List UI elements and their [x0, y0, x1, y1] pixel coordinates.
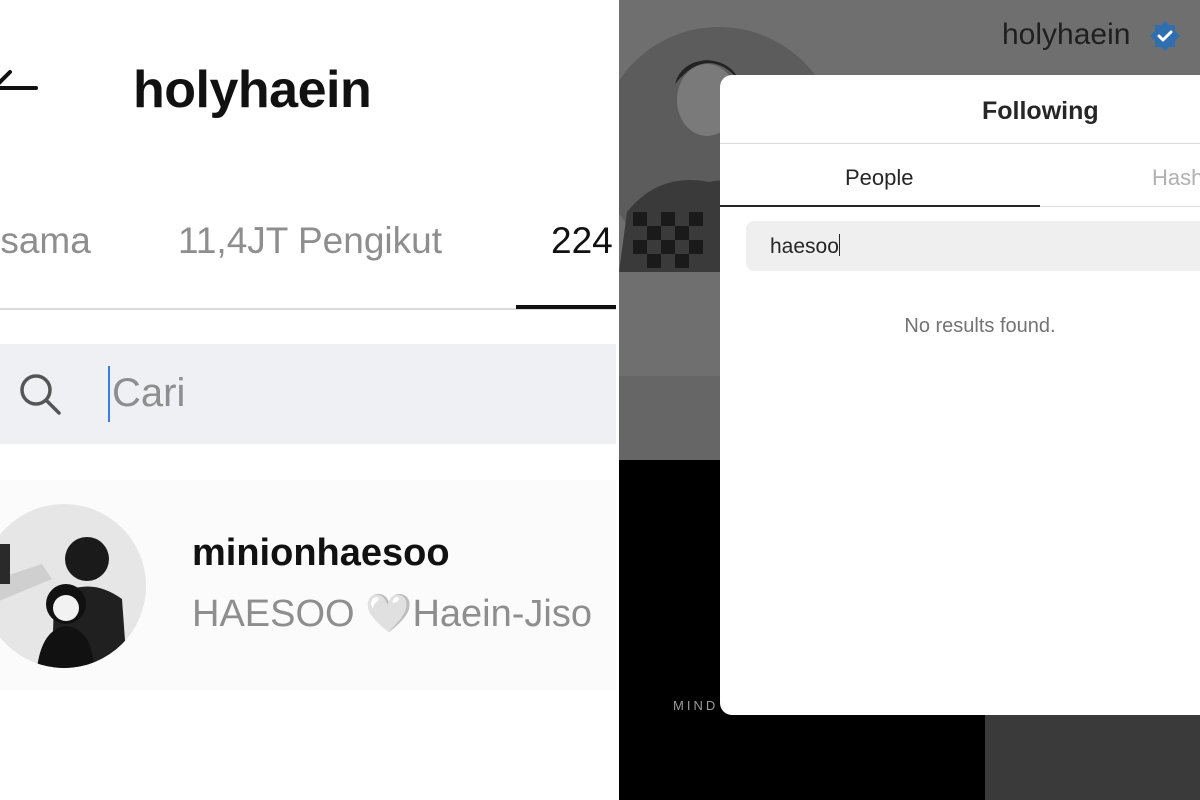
- mobile-following-screen: holyhaein rsama 11,4JT Pengikut 224: [0, 0, 616, 800]
- text-caret: [108, 366, 110, 422]
- modal-title: Following: [982, 97, 1099, 125]
- profile-title: holyhaein: [133, 61, 372, 119]
- active-tab-indicator: [720, 205, 1040, 207]
- desktop-profile-screen: holyhaein MIND Following People Hash hae…: [619, 0, 1200, 800]
- following-modal: Following People Hash haesoo No results …: [720, 75, 1200, 715]
- text-caret: [838, 234, 840, 256]
- tab-mutual[interactable]: rsama: [0, 220, 91, 262]
- search-value: haesoo: [770, 235, 839, 258]
- tab-hashtags[interactable]: Hash: [1152, 165, 1200, 191]
- active-tab-indicator: [516, 305, 616, 309]
- list-item[interactable]: minionhaesoo HAESOO 🤍Haein-Jiso: [0, 480, 616, 690]
- post-caption: MIND: [673, 698, 719, 713]
- avatar[interactable]: [0, 504, 146, 668]
- modal-search-input[interactable]: haesoo: [746, 221, 1200, 271]
- profile-username: holyhaein: [1002, 18, 1131, 51]
- empty-state-message: No results found.: [904, 315, 1056, 337]
- tab-following[interactable]: 224: [551, 220, 613, 262]
- post-thumbnail[interactable]: [985, 715, 1200, 800]
- result-username[interactable]: minionhaesoo: [192, 532, 450, 575]
- search-icon: [20, 374, 61, 415]
- modal-header-divider: [720, 143, 1200, 144]
- verified-badge-icon: [1150, 21, 1180, 51]
- search-input[interactable]: [112, 362, 592, 424]
- tab-people[interactable]: People: [845, 165, 914, 191]
- tab-followers[interactable]: 11,4JT Pengikut: [178, 220, 442, 262]
- search-bar[interactable]: [0, 344, 616, 444]
- back-arrow-icon[interactable]: [0, 62, 40, 114]
- result-fullname: HAESOO 🤍Haein-Jiso: [192, 593, 592, 635]
- follow-tabs: rsama 11,4JT Pengikut 224: [0, 210, 616, 310]
